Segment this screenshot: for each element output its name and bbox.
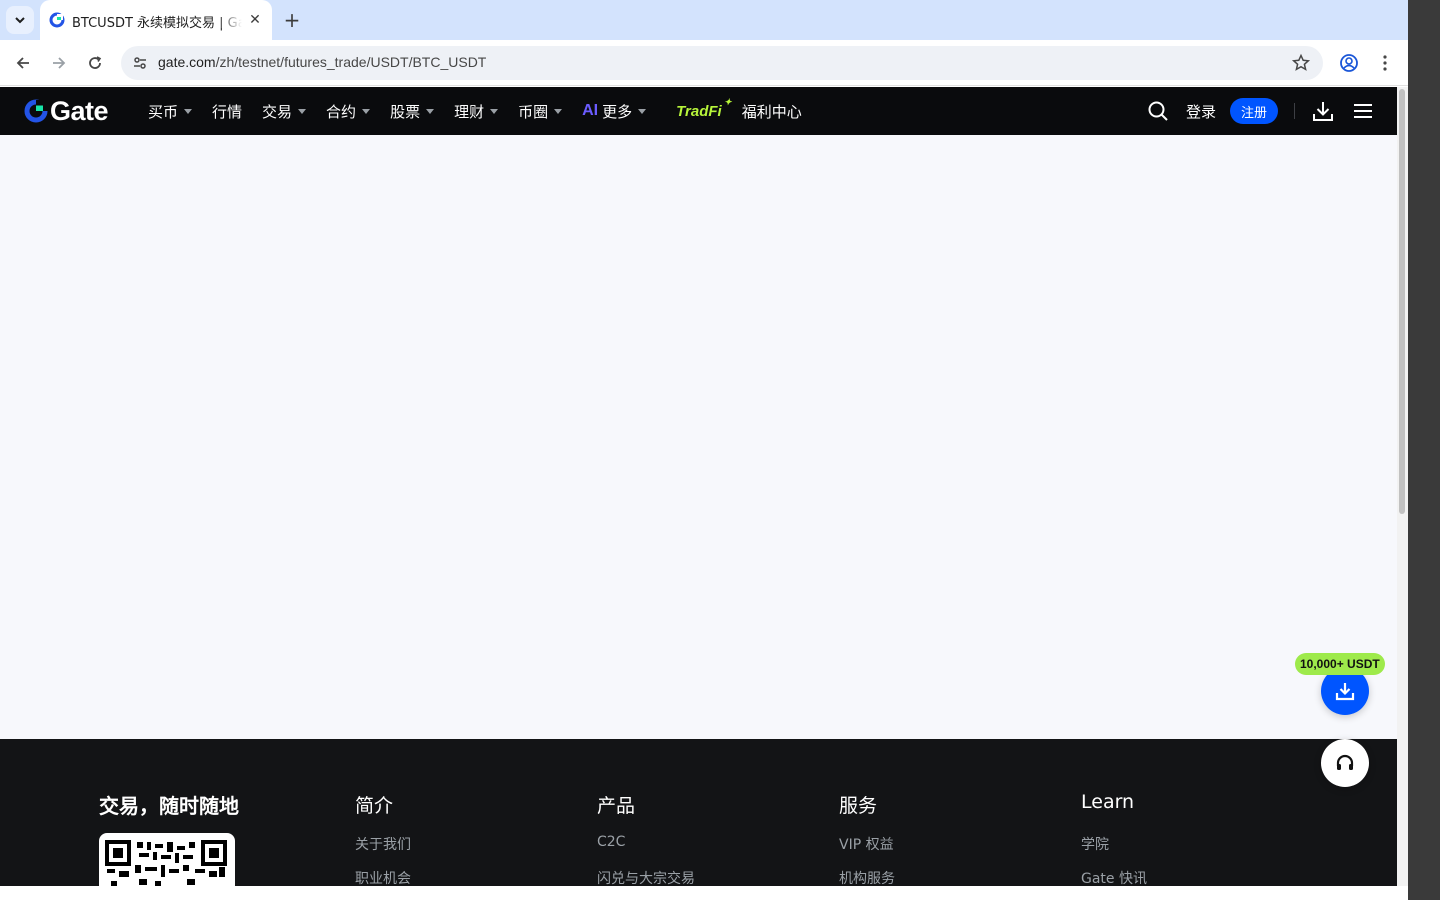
tradfi-label: TradFi (676, 102, 722, 120)
hamburger-menu-icon[interactable] (1352, 99, 1374, 123)
nav-label: 福利中心 (741, 102, 802, 121)
bonus-badge[interactable]: 10,000+ USDT (1295, 653, 1385, 675)
customer-support-button[interactable] (1321, 739, 1369, 787)
nav-square[interactable]: 币圈 (518, 87, 563, 135)
page-scrollbar[interactable] (1397, 87, 1408, 886)
nav-label: 股票 (390, 102, 421, 121)
footer-col-title-services: 服务 (839, 795, 878, 817)
footer-slogan: 交易，随时随地 (99, 794, 239, 818)
footer-link-vip[interactable]: VIP 权益 (839, 834, 894, 854)
footer-link-c2c[interactable]: C2C (597, 834, 625, 850)
scrollbar-thumb[interactable] (1399, 89, 1405, 514)
caret-down-icon (298, 108, 307, 114)
gate-favicon-icon (49, 12, 65, 28)
qr-code-icon (105, 840, 227, 886)
url-text: gate.com/zh/testnet/futures_trade/USDT/B… (158, 54, 486, 70)
desktop-edge (1408, 0, 1440, 900)
caret-down-icon (490, 108, 499, 114)
caret-down-icon (426, 108, 435, 114)
profile-icon[interactable] (1337, 51, 1361, 75)
trading-content-area (0, 135, 1397, 739)
more-vert-icon (1383, 55, 1387, 71)
tab-title: BTCUSDT 永续模拟交易 | Gate (72, 12, 242, 31)
nav-tradfi[interactable]: TradFi ✦ (676, 97, 732, 120)
nav-label: 交易 (262, 102, 293, 121)
tab-search-button[interactable] (6, 6, 34, 34)
caret-down-icon (184, 108, 193, 114)
sparkle-icon: ✦ (724, 96, 732, 107)
nav-label: 理财 (454, 102, 485, 121)
footer-link-about-us[interactable]: 关于我们 (355, 834, 411, 854)
nav-label: 行情 (212, 102, 243, 121)
browser-toolbar: gate.com/zh/testnet/futures_trade/USDT/B… (0, 40, 1408, 86)
tab-strip: BTCUSDT 永续模拟交易 | Gate ✕ + (0, 0, 1408, 40)
arrow-left-icon (16, 57, 29, 69)
footer-col-title-products: 产品 (597, 795, 636, 817)
download-icon (1335, 683, 1355, 701)
bookmark-star-icon[interactable] (1291, 53, 1311, 73)
ai-icon: AI (582, 102, 599, 119)
footer-link-institutional[interactable]: 机构服务 (839, 868, 895, 886)
footer-col-title-learn: Learn (1081, 791, 1135, 813)
nav-earn[interactable]: 理财 (454, 87, 499, 135)
reload-button[interactable] (82, 50, 108, 76)
footer-link-news[interactable]: Gate 快讯 (1081, 868, 1147, 886)
nav-welfare-center[interactable]: 福利中心 (742, 87, 802, 135)
chevron-down-icon (15, 17, 25, 24)
window-bottom-edge (0, 886, 1408, 900)
nav-more[interactable]: AI 更多 (582, 87, 647, 135)
gate-logo[interactable]: Gate (24, 95, 130, 126)
footer-link-careers[interactable]: 职业机会 (355, 868, 411, 886)
download-icon[interactable] (1311, 99, 1335, 123)
site-info-button[interactable] (127, 50, 153, 76)
footer-link-convert-block[interactable]: 闪兑与大宗交易 (597, 868, 695, 886)
nav-buy-crypto[interactable]: 买币 (148, 87, 193, 135)
back-button[interactable] (10, 50, 36, 76)
browser-window: BTCUSDT 永续模拟交易 | Gate ✕ + gate.com/zh/te… (0, 0, 1408, 886)
caret-down-icon (362, 108, 371, 114)
footer-link-academy[interactable]: 学院 (1081, 834, 1109, 854)
nav-stocks[interactable]: 股票 (390, 87, 435, 135)
register-button[interactable]: 注册 (1230, 98, 1278, 124)
address-bar[interactable]: gate.com/zh/testnet/futures_trade/USDT/B… (121, 46, 1323, 80)
tab-close-button[interactable]: ✕ (246, 11, 264, 29)
site-header: Gate 买币 行情 交易 合约 股票 理财 币圈 AI 更多 TradFi ✦ 福… (0, 87, 1397, 135)
nav-markets[interactable]: 行情 (212, 87, 242, 135)
new-tab-button[interactable]: + (280, 8, 304, 32)
nav-label: 币圈 (518, 102, 549, 121)
logo-text: Gate (50, 95, 109, 126)
gate-logo-icon (24, 99, 48, 123)
footer-col-title-about: 简介 (355, 795, 394, 817)
app-download-qr-code (99, 833, 235, 886)
tune-icon (134, 57, 146, 69)
nav-futures[interactable]: 合约 (326, 87, 371, 135)
caret-down-icon (638, 108, 647, 114)
search-icon[interactable] (1147, 100, 1169, 122)
headset-icon (1336, 754, 1354, 770)
active-tab[interactable]: BTCUSDT 永续模拟交易 | Gate ✕ (40, 0, 272, 40)
nav-label: 更多 (602, 102, 633, 121)
main-nav: 买币 行情 交易 合约 股票 理财 币圈 AI 更多 TradFi ✦ 福利中心 (148, 87, 822, 135)
arrow-right-icon (53, 57, 66, 69)
nav-label: 买币 (148, 102, 179, 121)
nav-label: 合约 (326, 102, 357, 121)
reload-icon (89, 56, 102, 69)
url-host: gate.com (158, 54, 216, 70)
forward-button[interactable] (46, 50, 72, 76)
header-divider (1294, 103, 1295, 119)
nav-trade[interactable]: 交易 (262, 87, 307, 135)
login-link[interactable]: 登录 (1186, 101, 1216, 122)
browser-menu-button[interactable] (1375, 51, 1395, 75)
caret-down-icon (554, 108, 563, 114)
url-path: /zh/testnet/futures_trade/USDT/BTC_USDT (215, 54, 487, 70)
